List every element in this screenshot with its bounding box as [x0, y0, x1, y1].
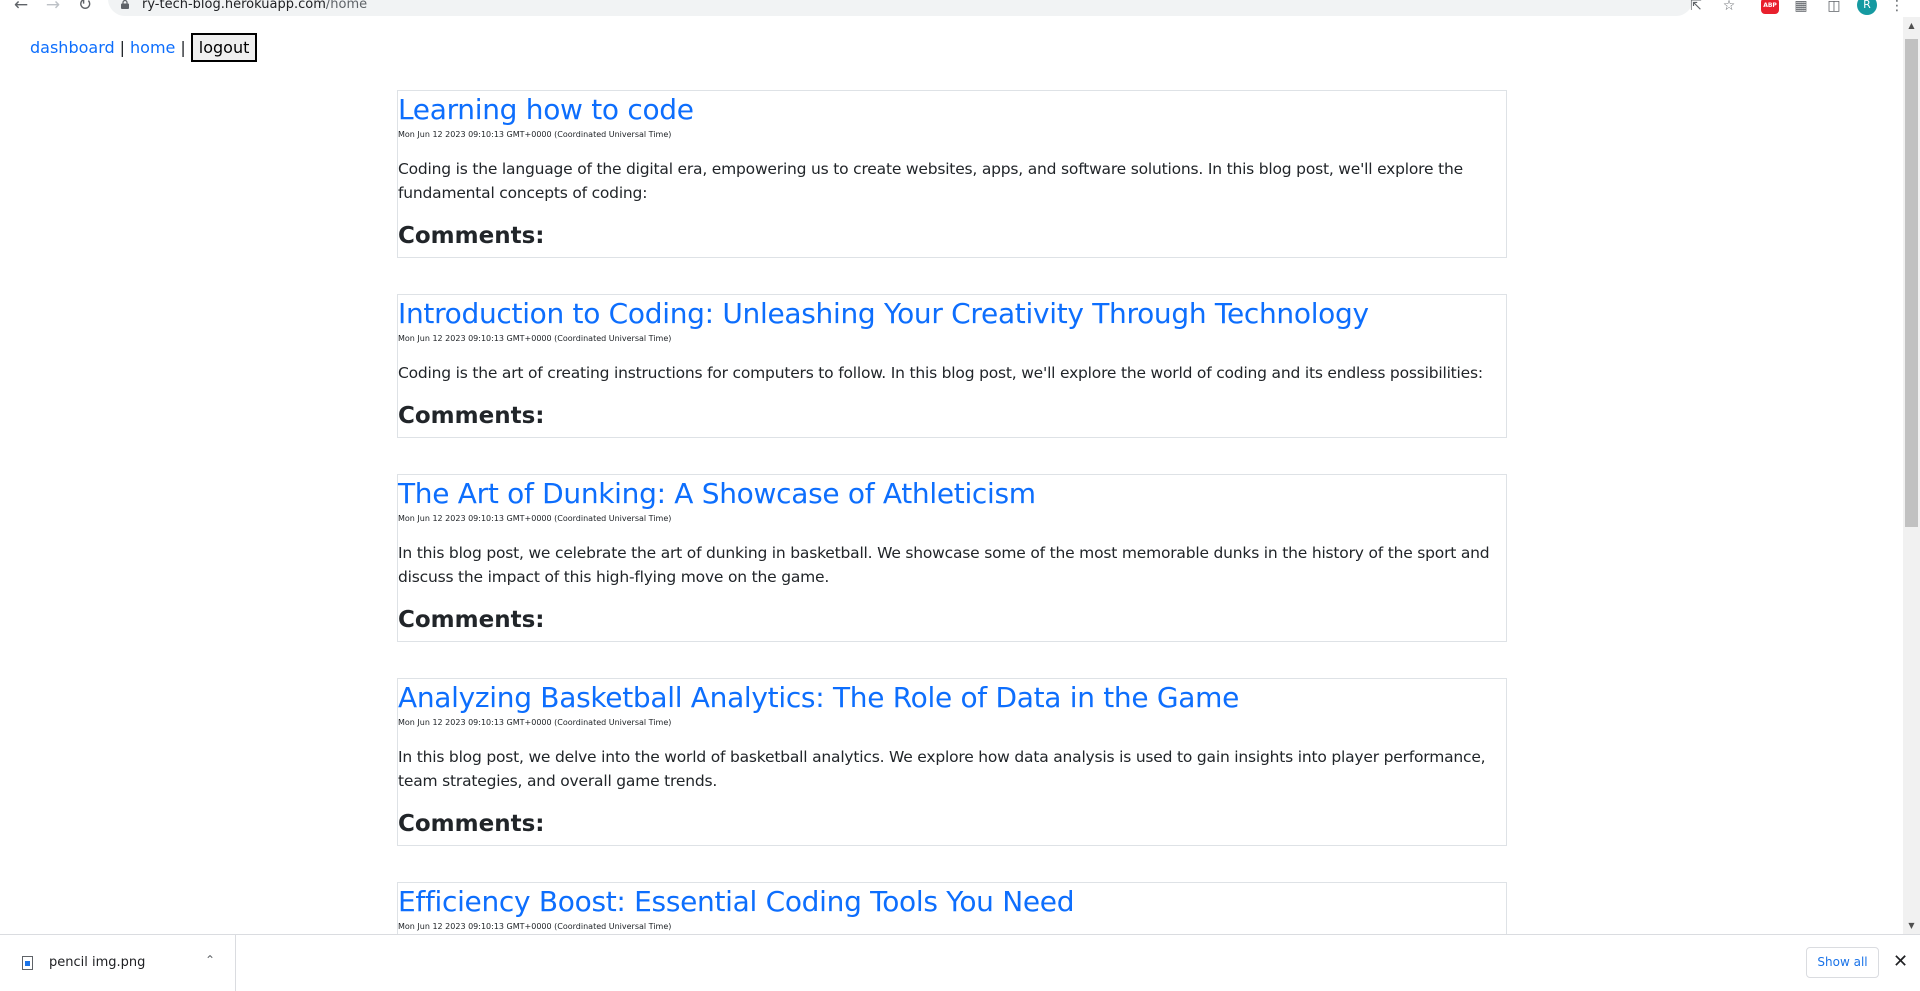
scroll-down-arrow-icon[interactable]: ▼	[1903, 917, 1920, 934]
close-icon[interactable]: ✕	[1893, 950, 1908, 974]
kebab-menu-icon[interactable]: ⋮	[1889, 0, 1905, 14]
show-all-button[interactable]: Show all	[1806, 947, 1879, 978]
post-date: Mon Jun 12 2023 09:10:13 GMT+0000 (Coord…	[398, 514, 672, 523]
adblock-plus-icon[interactable]: ABP	[1761, 0, 1779, 14]
post-card: Introduction to Coding: Unleashing Your …	[397, 294, 1507, 438]
post-card: Learning how to code Mon Jun 12 2023 09:…	[397, 90, 1507, 258]
comments-heading: Comments:	[398, 223, 545, 249]
extensions-puzzle-icon[interactable]: ▦	[1791, 0, 1811, 14]
post-title-link[interactable]: The Art of Dunking: A Showcase of Athlet…	[398, 475, 1506, 511]
post-title-link[interactable]: Introduction to Coding: Unleashing Your …	[398, 295, 1506, 331]
post-date: Mon Jun 12 2023 09:10:13 GMT+0000 (Coord…	[398, 334, 672, 343]
post-title-link[interactable]: Analyzing Basketball Analytics: The Role…	[398, 679, 1506, 715]
post-body: In this blog post, we delve into the wor…	[398, 748, 1486, 790]
url-path: /home	[325, 0, 368, 12]
download-bar: pencil img.png ⌃ Show all ✕	[0, 934, 1920, 991]
scroll-up-arrow-icon[interactable]: ▲	[1903, 17, 1920, 34]
post-card: Efficiency Boost: Essential Coding Tools…	[397, 882, 1507, 942]
site-nav: dashboard | home | logout	[30, 32, 258, 62]
post-date: Mon Jun 12 2023 09:10:13 GMT+0000 (Coord…	[398, 130, 672, 139]
comments-heading: Comments:	[398, 811, 545, 837]
post-date: Mon Jun 12 2023 09:10:13 GMT+0000 (Coord…	[398, 922, 672, 931]
scrollbar-thumb[interactable]	[1905, 39, 1918, 527]
comments-heading: Comments:	[398, 403, 545, 429]
page-scrollbar[interactable]: ▲ ▼	[1903, 17, 1920, 934]
url-text[interactable]: ry-tech-blog.herokuapp.com/home	[142, 0, 367, 13]
nav-separator: |	[180, 37, 186, 57]
chevron-up-icon[interactable]: ⌃	[205, 953, 215, 967]
post-body: Coding is the language of the digital er…	[398, 160, 1463, 202]
browser-toolbar: ← → ↻ ry-tech-blog.herokuapp.com/home ⇱ …	[0, 0, 1920, 17]
post-date: Mon Jun 12 2023 09:10:13 GMT+0000 (Coord…	[398, 718, 672, 727]
nav-separator: |	[119, 37, 126, 57]
post-body: Coding is the art of creating instructio…	[398, 364, 1483, 382]
side-panel-icon[interactable]: ◫	[1824, 0, 1844, 14]
url-domain: ry-tech-blog.herokuapp.com	[142, 0, 326, 12]
post-title-link[interactable]: Efficiency Boost: Essential Coding Tools…	[398, 883, 1506, 919]
back-arrow-icon[interactable]: ←	[10, 0, 32, 14]
comments-heading: Comments:	[398, 607, 545, 633]
post-card: The Art of Dunking: A Showcase of Athlet…	[397, 474, 1507, 642]
post-card: Analyzing Basketball Analytics: The Role…	[397, 678, 1507, 846]
logout-button[interactable]: logout	[190, 32, 258, 62]
post-body: In this blog post, we celebrate the art …	[398, 544, 1490, 586]
profile-avatar[interactable]: R	[1857, 0, 1877, 15]
image-file-icon	[22, 956, 33, 970]
reload-icon[interactable]: ↻	[74, 0, 96, 14]
bookmark-star-icon[interactable]: ☆	[1719, 0, 1739, 14]
post-title-link[interactable]: Learning how to code	[398, 91, 1506, 127]
lock-icon	[121, 0, 129, 9]
download-item[interactable]: pencil img.png ⌃	[0, 935, 236, 991]
forward-arrow-icon[interactable]: →	[42, 0, 64, 14]
nav-link-dashboard[interactable]: dashboard	[30, 38, 115, 57]
nav-link-home[interactable]: home	[130, 38, 175, 57]
download-file-name: pencil img.png	[49, 955, 146, 970]
share-icon[interactable]: ⇱	[1686, 0, 1706, 14]
